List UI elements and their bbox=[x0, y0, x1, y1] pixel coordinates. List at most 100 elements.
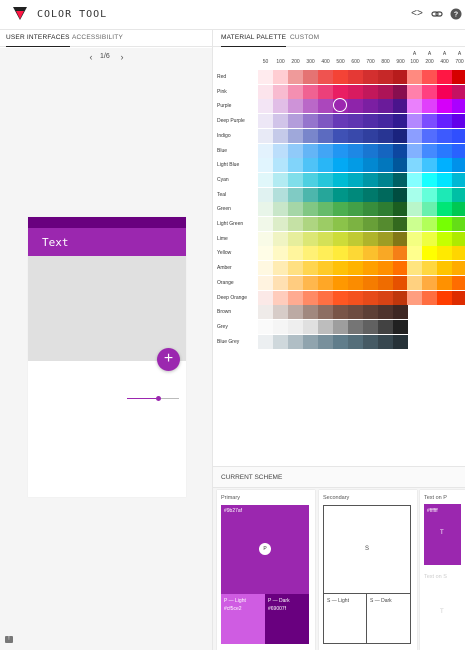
tab-user-interfaces[interactable]: USER INTERFACES bbox=[6, 30, 70, 47]
palette-swatch[interactable] bbox=[258, 334, 273, 349]
palette-swatch[interactable] bbox=[348, 319, 363, 334]
palette-swatch[interactable] bbox=[333, 275, 348, 290]
palette-accent-swatch[interactable] bbox=[407, 217, 422, 231]
palette-accent-swatch[interactable] bbox=[422, 99, 437, 114]
palette-accent-swatch[interactable] bbox=[437, 114, 452, 129]
palette-swatch[interactable] bbox=[333, 246, 348, 261]
palette-swatch[interactable] bbox=[333, 187, 348, 202]
palette-accent-swatch[interactable] bbox=[422, 217, 437, 231]
palette-accent-swatch[interactable] bbox=[437, 275, 452, 290]
palette-swatch[interactable] bbox=[363, 128, 378, 143]
palette-swatch[interactable] bbox=[258, 84, 273, 99]
palette-swatch[interactable] bbox=[318, 99, 333, 114]
palette-swatch[interactable] bbox=[288, 172, 303, 187]
palette-swatch[interactable] bbox=[288, 143, 303, 158]
palette-swatch[interactable] bbox=[288, 99, 303, 114]
palette-swatch[interactable] bbox=[378, 114, 393, 129]
palette-swatch[interactable] bbox=[318, 261, 333, 276]
palette-accent-swatch[interactable] bbox=[407, 261, 422, 276]
palette-accent-swatch[interactable] bbox=[422, 114, 437, 129]
primary-swatch[interactable]: #9b27af P bbox=[221, 505, 309, 594]
palette-accent-swatch[interactable] bbox=[452, 217, 465, 231]
palette-accent-swatch[interactable] bbox=[437, 128, 452, 143]
palette-swatch[interactable] bbox=[333, 231, 348, 246]
palette-accent-swatch[interactable] bbox=[437, 172, 452, 187]
palette-swatch[interactable] bbox=[258, 246, 273, 261]
palette-swatch[interactable] bbox=[288, 70, 303, 84]
palette-swatch[interactable] bbox=[258, 305, 273, 320]
palette-accent-swatch[interactable] bbox=[452, 187, 465, 202]
slider-track[interactable] bbox=[127, 398, 179, 399]
palette-swatch[interactable] bbox=[273, 261, 288, 276]
palette-swatch[interactable] bbox=[333, 319, 348, 334]
palette-swatch[interactable] bbox=[348, 217, 363, 231]
palette-accent-swatch[interactable] bbox=[407, 172, 422, 187]
palette-swatch[interactable] bbox=[393, 217, 408, 231]
palette-swatch[interactable] bbox=[348, 172, 363, 187]
tab-material-palette[interactable]: MATERIAL PALETTE bbox=[221, 30, 287, 47]
palette-swatch[interactable] bbox=[333, 84, 348, 99]
palette-swatch[interactable] bbox=[303, 275, 318, 290]
palette-accent-swatch[interactable] bbox=[422, 261, 437, 276]
palette-swatch[interactable] bbox=[363, 261, 378, 276]
palette-swatch[interactable] bbox=[333, 334, 348, 349]
palette-swatch[interactable] bbox=[288, 334, 303, 349]
palette-accent-swatch[interactable] bbox=[407, 114, 422, 129]
palette-swatch[interactable] bbox=[378, 231, 393, 246]
primary-light-swatch[interactable]: P — Light #cf5ce2 bbox=[221, 594, 265, 644]
text-on-s-swatch[interactable]: T bbox=[424, 583, 461, 644]
palette-swatch[interactable] bbox=[258, 158, 273, 173]
palette-swatch[interactable] bbox=[288, 202, 303, 217]
secondary-dark-swatch[interactable]: S — Dark bbox=[367, 594, 411, 644]
palette-swatch[interactable] bbox=[318, 114, 333, 129]
palette-swatch[interactable] bbox=[288, 290, 303, 305]
palette-swatch[interactable] bbox=[378, 246, 393, 261]
palette-swatch[interactable] bbox=[348, 202, 363, 217]
palette-swatch[interactable] bbox=[333, 99, 348, 114]
palette-swatch[interactable] bbox=[393, 143, 408, 158]
palette-accent-swatch[interactable] bbox=[452, 172, 465, 187]
palette-swatch[interactable] bbox=[363, 158, 378, 173]
palette-swatch[interactable] bbox=[273, 290, 288, 305]
text-on-p-swatch[interactable]: #ffffff T bbox=[424, 504, 461, 565]
palette-swatch[interactable] bbox=[258, 202, 273, 217]
palette-swatch[interactable] bbox=[303, 114, 318, 129]
palette-swatch[interactable] bbox=[303, 246, 318, 261]
palette-swatch[interactable] bbox=[393, 275, 408, 290]
palette-swatch[interactable] bbox=[333, 202, 348, 217]
palette-swatch[interactable] bbox=[273, 202, 288, 217]
palette-swatch[interactable] bbox=[363, 172, 378, 187]
palette-swatch[interactable] bbox=[348, 305, 363, 320]
palette-accent-swatch[interactable] bbox=[437, 143, 452, 158]
palette-swatch[interactable] bbox=[303, 217, 318, 231]
palette-swatch[interactable] bbox=[303, 128, 318, 143]
palette-accent-swatch[interactable] bbox=[407, 231, 422, 246]
palette-accent-swatch[interactable] bbox=[407, 290, 422, 305]
palette-swatch[interactable] bbox=[318, 172, 333, 187]
palette-accent-swatch[interactable] bbox=[452, 290, 465, 305]
palette-accent-swatch[interactable] bbox=[407, 99, 422, 114]
palette-swatch[interactable] bbox=[273, 231, 288, 246]
palette-swatch[interactable] bbox=[258, 99, 273, 114]
palette-swatch[interactable] bbox=[288, 231, 303, 246]
palette-swatch[interactable] bbox=[318, 290, 333, 305]
palette-swatch[interactable] bbox=[393, 261, 408, 276]
palette-swatch[interactable] bbox=[393, 334, 408, 349]
palette-swatch[interactable] bbox=[348, 70, 363, 84]
palette-swatch[interactable] bbox=[318, 334, 333, 349]
palette-swatch[interactable] bbox=[348, 334, 363, 349]
palette-swatch[interactable] bbox=[273, 305, 288, 320]
palette-swatch[interactable] bbox=[258, 231, 273, 246]
palette-swatch[interactable] bbox=[363, 70, 378, 84]
palette-swatch[interactable] bbox=[273, 114, 288, 129]
palette-swatch[interactable] bbox=[273, 334, 288, 349]
palette-swatch[interactable] bbox=[363, 319, 378, 334]
palette-accent-swatch[interactable] bbox=[452, 128, 465, 143]
palette-swatch[interactable] bbox=[348, 275, 363, 290]
palette-swatch[interactable] bbox=[273, 246, 288, 261]
palette-swatch[interactable] bbox=[393, 246, 408, 261]
palette-swatch[interactable] bbox=[273, 187, 288, 202]
palette-swatch[interactable] bbox=[318, 246, 333, 261]
palette-swatch[interactable] bbox=[378, 84, 393, 99]
palette-accent-swatch[interactable] bbox=[437, 202, 452, 217]
